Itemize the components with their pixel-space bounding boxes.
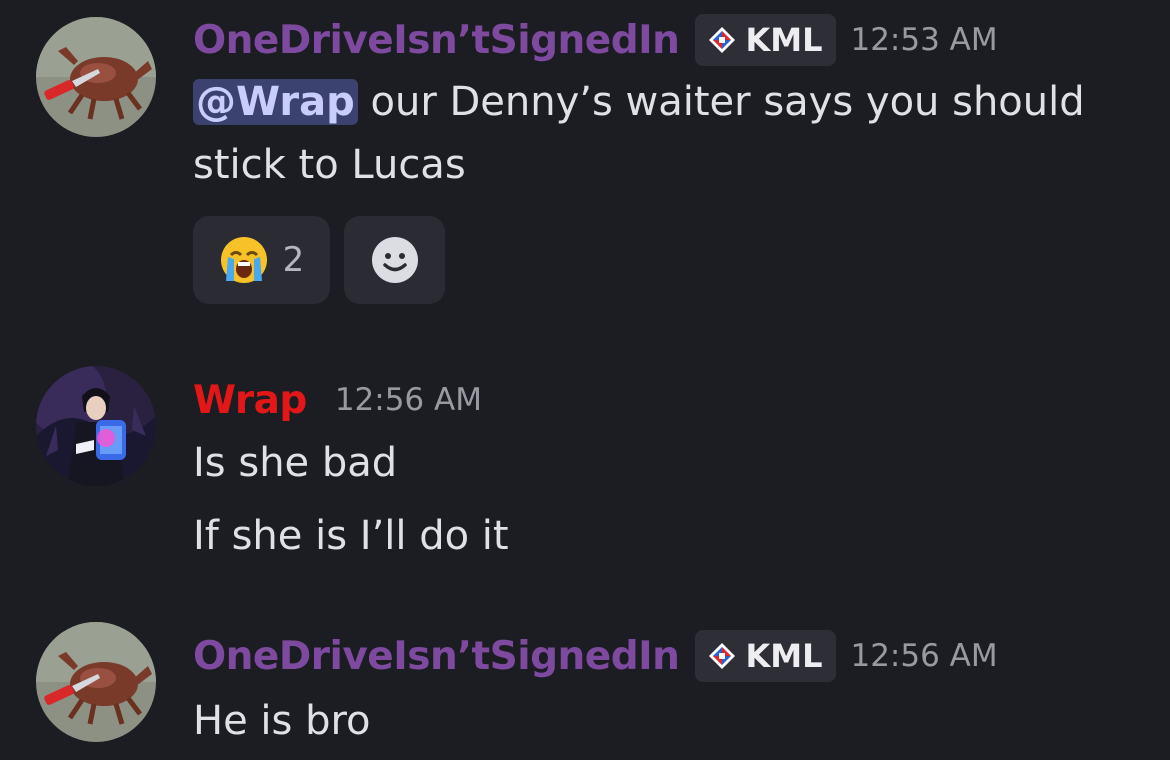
tag-label: KML — [745, 637, 823, 675]
reaction-crying[interactable]: 2 — [193, 216, 330, 304]
anime-character-avatar — [36, 366, 156, 486]
message-header: Wrap 12:56 AM — [193, 374, 482, 426]
username[interactable]: OneDriveIsn’tSignedIn — [193, 634, 680, 679]
message-header: OneDriveIsn’tSignedIn KML 12:56 AM — [193, 629, 998, 683]
add-reaction-button[interactable] — [344, 216, 445, 304]
add-reaction-icon — [371, 237, 418, 283]
timestamp: 12:56 AM — [850, 638, 998, 674]
tag-label: KML — [745, 21, 823, 59]
message-text: our Denny’s waiter says you should — [357, 79, 1085, 125]
avatar[interactable] — [36, 366, 156, 486]
crab-with-knife-avatar — [36, 622, 156, 742]
message-line: stick to Lucas — [193, 142, 466, 188]
username[interactable]: Wrap — [193, 378, 307, 423]
message-line: Is she bad — [193, 440, 398, 486]
diamond-tag-icon — [709, 27, 736, 53]
reaction-count: 2 — [282, 240, 305, 280]
message-line: He is bro — [193, 698, 371, 744]
timestamp: 12:56 AM — [334, 382, 482, 418]
reaction-bar: 2 — [193, 216, 459, 304]
server-tag[interactable]: KML — [695, 14, 837, 66]
crab-with-knife-avatar — [36, 17, 156, 137]
message-header: OneDriveIsn’tSignedIn KML 12:53 AM — [193, 14, 998, 66]
timestamp: 12:53 AM — [850, 22, 998, 58]
loudly-crying-face-icon — [220, 237, 267, 283]
diamond-tag-icon — [709, 643, 736, 669]
username[interactable]: OneDriveIsn’tSignedIn — [193, 18, 680, 63]
server-tag[interactable]: KML — [695, 630, 837, 682]
message-line: @Wrap our Denny’s waiter says you should — [193, 71, 1085, 133]
avatar[interactable] — [36, 17, 156, 137]
avatar[interactable] — [36, 622, 156, 742]
user-mention[interactable]: @Wrap — [193, 79, 358, 125]
message-line: If she is I’ll do it — [193, 513, 509, 559]
